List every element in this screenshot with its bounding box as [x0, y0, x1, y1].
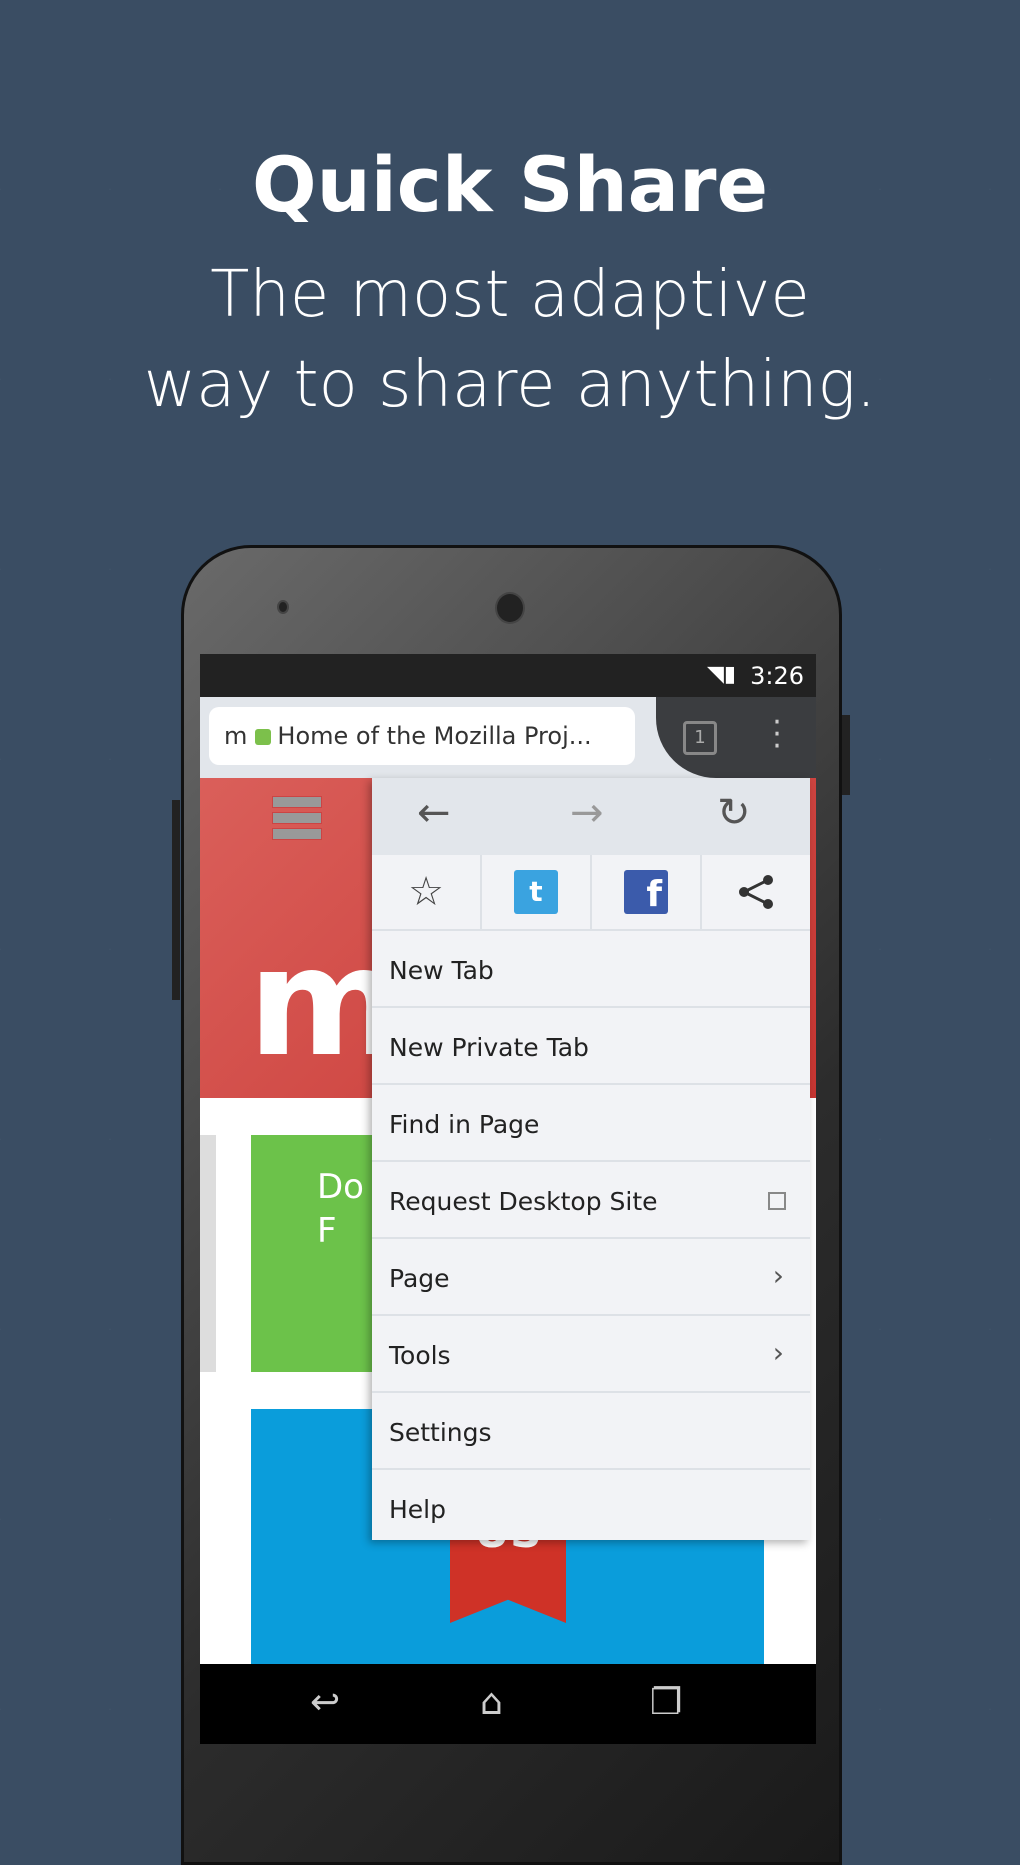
- nav-row: ← → ↻: [372, 778, 810, 855]
- phone-screen: ◥▮ 3:26 m Home of the Mozilla Proj... 1 ·…: [200, 654, 816, 1744]
- wifi-signal-battery-icons: ◥▮: [706, 662, 736, 687]
- menu-item-help[interactable]: Help: [372, 1470, 810, 1547]
- menu-item-request-desktop-site[interactable]: Request Desktop Site: [372, 1162, 810, 1239]
- menu-item-new-tab[interactable]: New Tab: [372, 931, 810, 1008]
- share-button[interactable]: [702, 855, 810, 929]
- menu-item-label: Help: [389, 1495, 446, 1524]
- lock-icon: [255, 729, 272, 745]
- android-nav-bar: ↩ ⌂ ❐: [200, 1664, 816, 1744]
- chevron-right-icon: ›: [772, 1259, 784, 1292]
- chevron-right-icon: ›: [772, 1336, 784, 1369]
- headline-subtitle-1: The most adaptive: [210, 258, 810, 332]
- menu-item-find-in-page[interactable]: Find in Page: [372, 1085, 810, 1162]
- twitter-button[interactable]: t: [482, 855, 592, 929]
- share-icon: [739, 875, 773, 909]
- menu-item-settings[interactable]: Settings: [372, 1393, 810, 1470]
- headline-subtitle-2: way to share anything.: [143, 348, 877, 422]
- status-bar: ◥▮ 3:26: [200, 654, 816, 697]
- sensor-icon: [277, 600, 289, 614]
- page-edge: [200, 1135, 216, 1372]
- desktop-site-checkbox[interactable]: [768, 1192, 786, 1210]
- facebook-button[interactable]: f: [592, 855, 702, 929]
- site-icon: m: [224, 722, 248, 750]
- tabs-button[interactable]: 1: [683, 721, 717, 755]
- page-title: Home of the Mozilla Proj...: [277, 722, 592, 750]
- menu-item-label: New Private Tab: [389, 1033, 589, 1062]
- hamburger-icon[interactable]: [272, 796, 322, 844]
- url-field[interactable]: m Home of the Mozilla Proj...: [209, 707, 635, 765]
- menu-item-label: Find in Page: [389, 1110, 540, 1139]
- star-icon: ☆: [408, 869, 444, 915]
- status-time: 3:26: [750, 662, 804, 690]
- facebook-icon: f: [624, 870, 668, 915]
- menu-item-label: Tools: [389, 1341, 451, 1370]
- recents-nav-icon[interactable]: ❐: [650, 1682, 682, 1723]
- browser-menu: ← → ↻ ☆ t f New Tab New Private Tab Find…: [372, 778, 810, 1540]
- share-row: ☆ t f: [372, 855, 810, 931]
- back-icon[interactable]: ←: [417, 790, 451, 836]
- bookmark-button[interactable]: ☆: [372, 855, 482, 929]
- menu-item-label: Request Desktop Site: [389, 1187, 658, 1216]
- menu-item-tools[interactable]: Tools ›: [372, 1316, 810, 1393]
- toolbar-right: [656, 697, 816, 778]
- twitter-icon: t: [514, 870, 558, 914]
- download-tile-text: Do F: [317, 1167, 364, 1251]
- reload-icon[interactable]: ↻: [717, 790, 751, 836]
- menu-item-new-private-tab[interactable]: New Private Tab: [372, 1008, 810, 1085]
- camera-icon: [495, 592, 525, 624]
- power-button: [842, 715, 850, 795]
- overflow-menu-icon[interactable]: · · ·: [770, 708, 784, 762]
- home-nav-icon[interactable]: ⌂: [480, 1682, 503, 1723]
- forward-icon[interactable]: →: [570, 790, 604, 836]
- headline-title: Quick Share: [252, 140, 768, 229]
- volume-button: [172, 800, 180, 1000]
- menu-item-page[interactable]: Page ›: [372, 1239, 810, 1316]
- menu-item-label: New Tab: [389, 956, 494, 985]
- menu-item-label: Settings: [389, 1418, 492, 1447]
- menu-item-label: Page: [389, 1264, 450, 1293]
- back-nav-icon[interactable]: ↩: [310, 1682, 340, 1723]
- url-bar: m Home of the Mozilla Proj... 1 · · ·: [200, 697, 816, 778]
